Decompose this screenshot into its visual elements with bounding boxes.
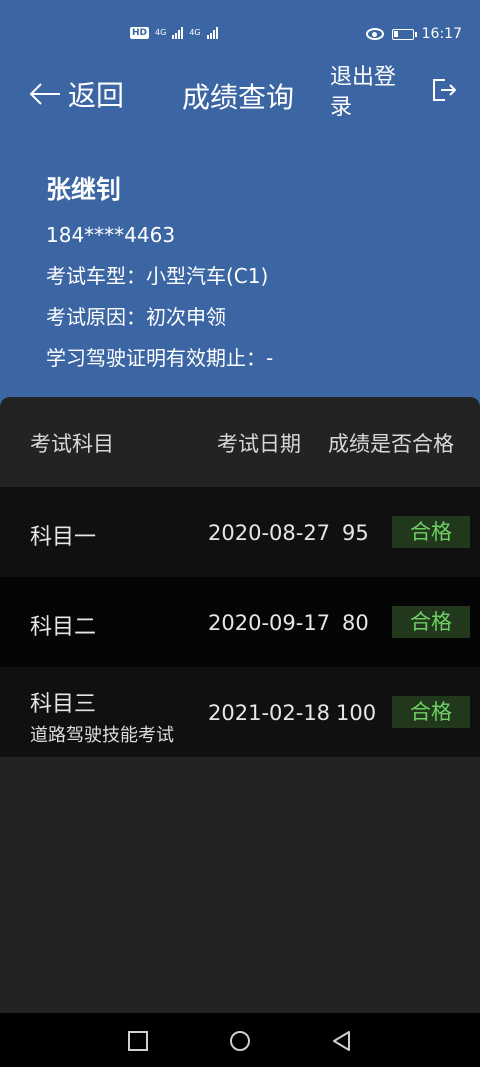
pass-badge: 合格	[392, 516, 470, 548]
row-subject: 科目一	[30, 525, 97, 550]
row-date: 2021-02-18	[208, 701, 331, 725]
vehicle-type: 考试车型：小型汽车(C1)	[46, 264, 269, 288]
permit-expiry: 学习驾驶证明有效期止：-	[46, 346, 274, 370]
recent-apps-icon[interactable]	[127, 1030, 149, 1052]
status-right-group: 16:17	[365, 26, 462, 42]
hd-icon: HD	[130, 27, 150, 39]
row-subject-subtitle: 道路驾驶技能考试	[30, 725, 174, 746]
exam-reason: 考试原因：初次申领	[46, 305, 226, 329]
table-row[interactable]: 科目三 道路驾驶技能考试 2021-02-18 100 合格	[0, 667, 480, 757]
table-row[interactable]: 科目二 2020-09-17 80 合格	[0, 577, 480, 667]
logout-button[interactable]: 退出登录	[330, 63, 410, 123]
row-date: 2020-09-17	[208, 611, 331, 635]
user-phone: 184****4463	[46, 223, 176, 247]
row-score: 80	[342, 611, 369, 635]
status-time: 16:17	[421, 26, 462, 42]
status-bar: HD 4G 4G 16:17	[0, 22, 480, 50]
user-header-panel: HD 4G 4G 16:17 返回 成绩查询 退出登录 张继钊 184****4…	[0, 0, 480, 420]
home-icon[interactable]	[229, 1030, 251, 1052]
row-subject: 科目三	[30, 692, 97, 717]
signal-4g-label-1: 4G	[155, 28, 167, 37]
back-label: 返回	[68, 79, 125, 112]
header-subject: 考试科目	[30, 432, 114, 456]
row-score: 95	[342, 521, 369, 545]
status-signal-group: HD 4G 4G	[130, 27, 218, 39]
header-score-pass: 成绩是否合格	[328, 432, 454, 456]
row-score: 100	[336, 701, 377, 725]
back-triangle-icon[interactable]	[331, 1030, 353, 1052]
header-date: 考试日期	[217, 432, 301, 456]
table-row[interactable]: 科目一 2020-08-27 95 合格	[0, 487, 480, 577]
arrow-left-icon	[29, 83, 60, 105]
logout-icon[interactable]	[430, 76, 458, 104]
pass-badge: 合格	[392, 606, 470, 638]
page-title: 成绩查询	[182, 81, 295, 114]
system-nav-bar	[0, 1013, 480, 1067]
eye-icon	[365, 28, 384, 40]
back-button[interactable]: 返回	[28, 74, 124, 114]
user-info: 张继钊 184****4463 考试车型：小型汽车(C1) 考试原因：初次申领 …	[46, 170, 273, 382]
user-name: 张继钊	[46, 175, 122, 204]
signal-4g-label-2: 4G	[189, 28, 201, 37]
signal-bars-icon-2	[206, 27, 218, 39]
pass-badge: 合格	[392, 696, 470, 728]
row-subject: 科目二	[30, 615, 97, 640]
signal-bars-icon	[172, 27, 184, 39]
battery-icon	[391, 28, 417, 40]
nav-bar: 返回 成绩查询 退出登录	[0, 60, 480, 126]
results-sheet: 考试科目 考试日期 成绩是否合格 科目一 2020-08-27 95 合格 科目…	[0, 397, 480, 1013]
table-header: 考试科目 考试日期 成绩是否合格	[0, 397, 480, 487]
row-date: 2020-08-27	[208, 521, 331, 545]
